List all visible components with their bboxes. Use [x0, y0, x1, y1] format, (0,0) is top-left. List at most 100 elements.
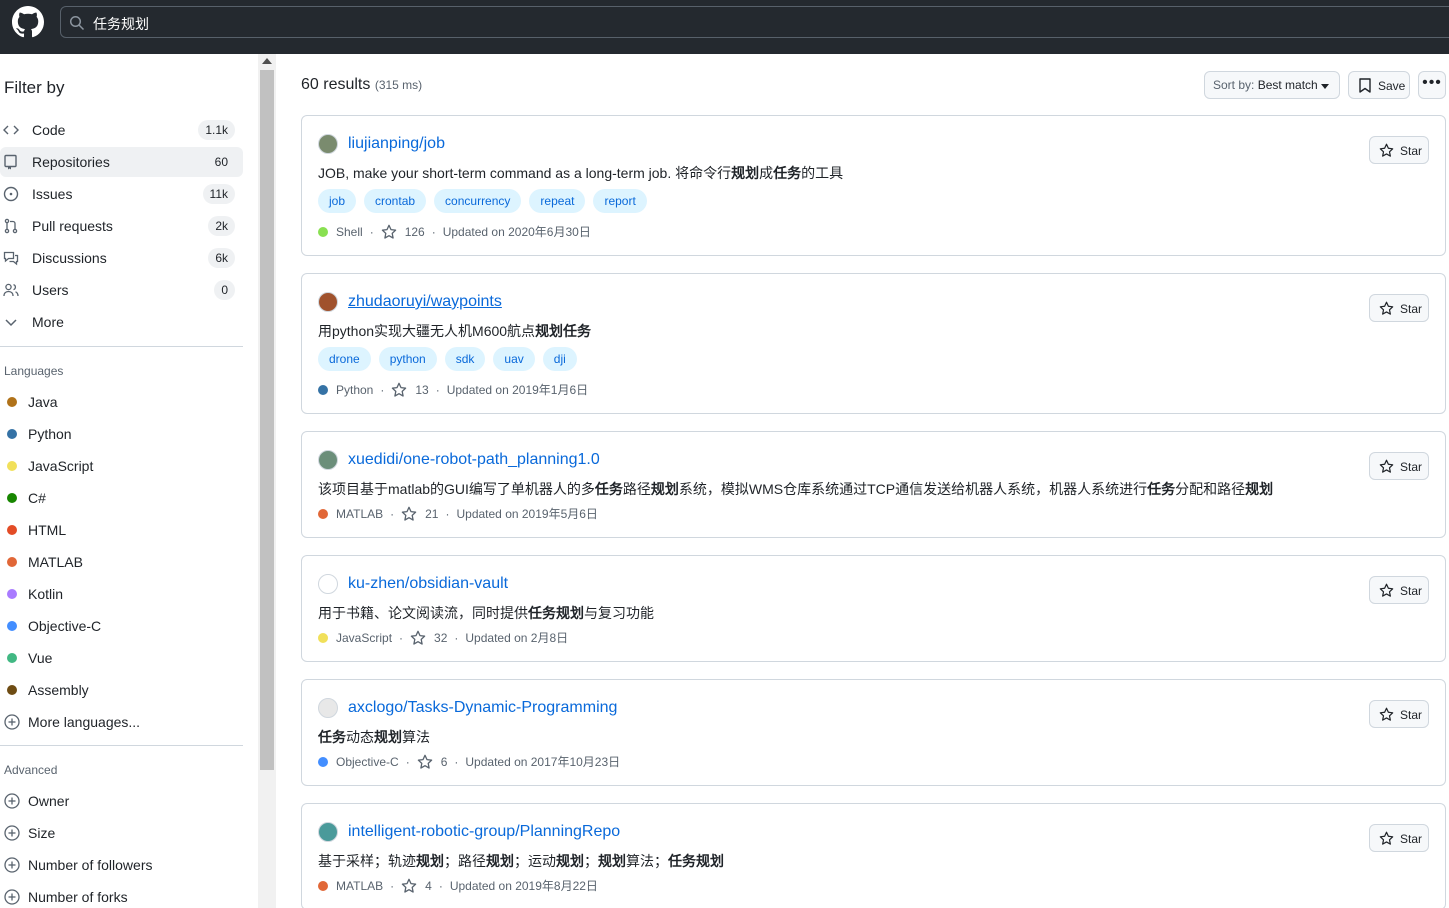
- star-button[interactable]: Star: [1369, 294, 1429, 322]
- star-icon[interactable]: [381, 224, 397, 240]
- topic-tag[interactable]: concurrency: [434, 189, 522, 213]
- search-input[interactable]: 任务规划: [60, 6, 1449, 38]
- repo-name-link[interactable]: xuedidi/one-robot-path_planning1.0: [348, 451, 600, 469]
- sort-dropdown[interactable]: Sort by: Best match: [1204, 71, 1340, 99]
- people-icon: [3, 283, 19, 297]
- highlight-match: 规划: [416, 853, 444, 869]
- sidebar-item-discussions[interactable]: Discussions 6k: [0, 243, 243, 273]
- star-button[interactable]: Star: [1369, 136, 1429, 164]
- language-filter-html[interactable]: HTML: [0, 515, 243, 545]
- language-color-dot: [7, 493, 17, 503]
- avatar[interactable]: [318, 822, 338, 842]
- language-filter-matlab[interactable]: MATLAB: [0, 547, 243, 577]
- sidebar-item-pull-requests[interactable]: Pull requests 2k: [0, 211, 243, 241]
- repo-name-link[interactable]: liujianping/job: [348, 135, 445, 153]
- count-badge: 60: [207, 152, 235, 172]
- repo-name-link[interactable]: ku-zhen/obsidian-vault: [348, 575, 508, 593]
- avatar[interactable]: [318, 292, 338, 312]
- topic-tag[interactable]: python: [378, 347, 437, 371]
- topic-tag[interactable]: uav: [493, 347, 535, 371]
- issue-icon: [3, 186, 19, 202]
- language-label: JavaScript: [28, 458, 94, 474]
- desc-text: 的工具: [801, 165, 844, 181]
- star-button-label: Star: [1400, 144, 1423, 158]
- save-button[interactable]: Save: [1348, 71, 1410, 99]
- repo-result-card: zhudaoruyi/waypoints 用python实现大疆无人机M600航点…: [301, 273, 1446, 414]
- language-filter-java[interactable]: Java: [0, 387, 243, 417]
- topic-tag[interactable]: drone: [318, 347, 371, 371]
- avatar[interactable]: [318, 134, 338, 154]
- more-languages-link[interactable]: More languages...: [0, 707, 243, 737]
- repo-meta: MATLAB · 4 · Updated on 2019年8月22日: [318, 877, 598, 894]
- repo-name-link[interactable]: intelligent-robotic-group/PlanningRepo: [348, 823, 620, 841]
- avatar[interactable]: [318, 698, 338, 718]
- language-filter-kotlin[interactable]: Kotlin: [0, 579, 243, 609]
- sidebar-item-label: Discussions: [32, 250, 107, 266]
- advanced-filter-number-of-forks[interactable]: Number of forks: [0, 882, 243, 908]
- star-icon[interactable]: [401, 506, 417, 522]
- star-button[interactable]: Star: [1369, 576, 1429, 604]
- language-filter-c[interactable]: C#: [0, 483, 243, 513]
- language-filter-assembly[interactable]: Assembly: [0, 675, 243, 705]
- advanced-filter-number-of-followers[interactable]: Number of followers: [0, 850, 243, 880]
- sidebar-item-users[interactable]: Users 0: [0, 275, 243, 305]
- repo-name-link[interactable]: zhudaoruyi/waypoints: [348, 293, 502, 311]
- sidebar-item-issues[interactable]: Issues 11k: [0, 179, 243, 209]
- highlight-match: 规划: [731, 165, 760, 181]
- scrollbar-thumb[interactable]: [260, 70, 274, 770]
- sidebar-scrollbar[interactable]: [258, 54, 276, 908]
- star-count[interactable]: 13: [415, 383, 428, 397]
- topic-tag[interactable]: dji: [542, 347, 577, 371]
- sidebar-item-repositories[interactable]: Repositories 60: [0, 147, 243, 177]
- results-time: (315 ms): [374, 78, 423, 92]
- repo-language: MATLAB: [336, 506, 384, 521]
- separator: ·: [454, 630, 459, 645]
- scroll-up-arrow-icon[interactable]: [262, 58, 272, 64]
- topic-tag[interactable]: repeat: [529, 189, 586, 213]
- repo-language: Python: [336, 382, 374, 397]
- repo-name-link[interactable]: axclogo/Tasks-Dynamic-Programming: [348, 699, 617, 717]
- star-icon[interactable]: [410, 630, 426, 646]
- more-options-button[interactable]: •••: [1418, 71, 1446, 99]
- updated-date: Updated on 2017年10月23日: [465, 755, 621, 769]
- language-filter-vue[interactable]: Vue: [0, 643, 243, 673]
- kebab-icon: •••: [1422, 74, 1442, 91]
- star-button[interactable]: Star: [1369, 824, 1429, 852]
- highlight-match: 规划: [486, 853, 514, 869]
- github-logo-icon[interactable]: [12, 6, 44, 38]
- topic-tag[interactable]: report: [593, 189, 647, 213]
- language-filter-objective-c[interactable]: Objective-C: [0, 611, 243, 641]
- topic-tag[interactable]: crontab: [364, 189, 427, 213]
- avatar[interactable]: [318, 450, 338, 470]
- advanced-filter-size[interactable]: Size: [0, 818, 243, 848]
- code-icon: [3, 125, 19, 135]
- topic-list: job crontab concurrency repeat report: [318, 189, 647, 213]
- count-badge: 11k: [202, 184, 235, 204]
- sidebar-item-code[interactable]: Code 1.1k: [0, 115, 243, 145]
- updated-date: Updated on 2019年8月22日: [449, 879, 598, 893]
- desc-text: 基于采样；轨迹: [318, 853, 416, 869]
- count-badge: 6k: [208, 248, 235, 268]
- language-color-dot: [318, 226, 328, 237]
- topic-tag[interactable]: sdk: [444, 347, 486, 371]
- star-button[interactable]: Star: [1369, 700, 1429, 728]
- language-label: C#: [28, 490, 46, 506]
- star-icon[interactable]: [417, 754, 433, 770]
- advanced-filter-owner[interactable]: Owner: [0, 786, 243, 816]
- avatar[interactable]: [318, 574, 338, 594]
- sidebar-item-more[interactable]: More: [0, 307, 243, 337]
- star-count[interactable]: 4: [425, 879, 432, 893]
- topic-tag[interactable]: job: [318, 189, 357, 213]
- highlight-match: 规划: [1245, 481, 1274, 497]
- star-button[interactable]: Star: [1369, 452, 1429, 480]
- star-count[interactable]: 126: [405, 225, 425, 239]
- star-icon[interactable]: [401, 878, 417, 894]
- desc-text: ；: [584, 853, 598, 869]
- star-count[interactable]: 32: [434, 631, 447, 645]
- repo-meta: JavaScript · 32 · Updated on 2月8日: [318, 629, 568, 646]
- language-filter-javascript[interactable]: JavaScript: [0, 451, 243, 481]
- star-count[interactable]: 21: [425, 507, 438, 521]
- star-count[interactable]: 6: [441, 755, 448, 769]
- star-icon[interactable]: [391, 382, 407, 398]
- language-filter-python[interactable]: Python: [0, 419, 243, 449]
